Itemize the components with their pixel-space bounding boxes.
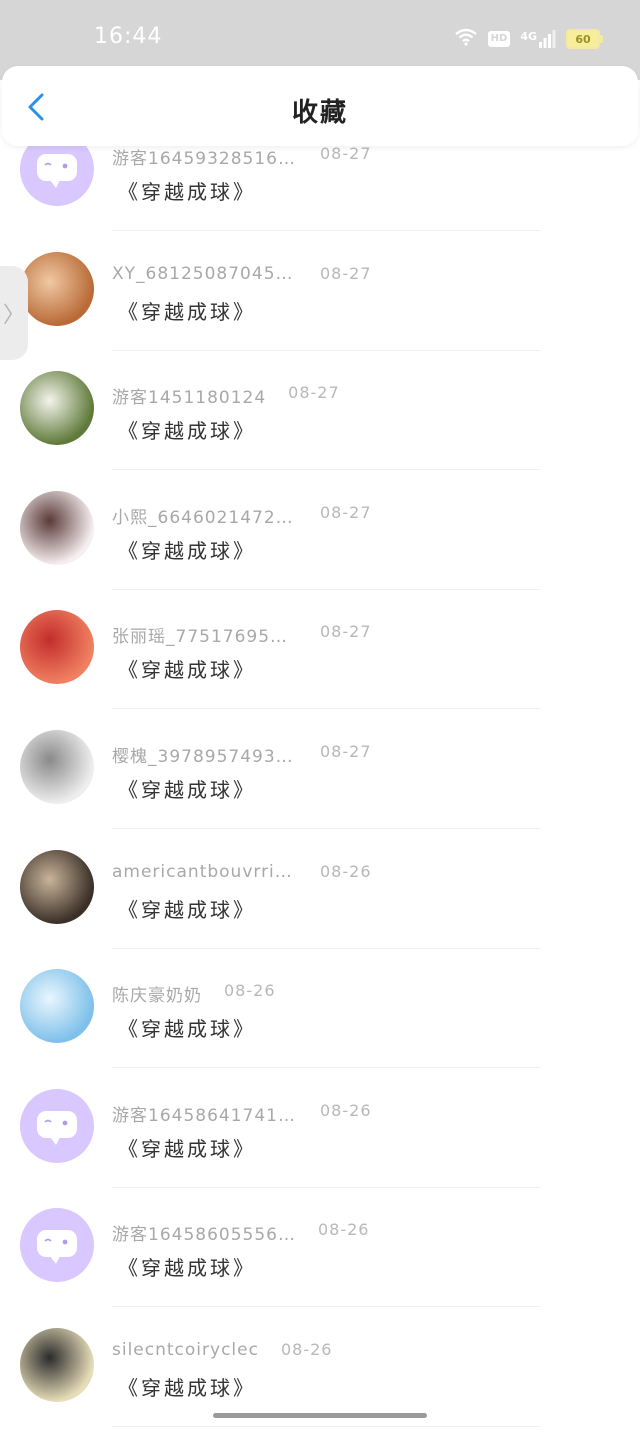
red-wall-avatar[interactable] bbox=[20, 610, 94, 685]
status-icons: HD 4G 60 bbox=[454, 28, 603, 50]
item-meta: silecntcoirycleс 08-26 bbox=[112, 1340, 332, 1360]
item-meta: americantbouvrristerg 08-26 bbox=[112, 862, 372, 882]
user-name[interactable]: 张丽瑶_775176954… bbox=[112, 622, 298, 647]
list-item[interactable]: 游客16458605556… 08-26 《穿越成球》 bbox=[0, 1208, 640, 1330]
favorited-work-title[interactable]: 《穿越成球》 bbox=[118, 1252, 256, 1281]
divider bbox=[112, 469, 540, 471]
cartoon-face-avatar[interactable] bbox=[20, 251, 94, 326]
list-item[interactable]: 小熙_66460214726… 08-27 《穿越成球》 bbox=[0, 490, 640, 613]
favorited-work-title[interactable]: 《穿越成球》 bbox=[118, 176, 256, 205]
user-name[interactable]: silecntcoirycleс bbox=[112, 1340, 259, 1360]
text-poster-avatar[interactable] bbox=[20, 1327, 94, 1402]
favorited-work-title[interactable]: 《穿越成球》 bbox=[118, 654, 256, 683]
list-item[interactable]: 张丽瑶_775176954… 08-27 《穿越成球》 bbox=[0, 610, 640, 732]
favorited-work-title[interactable]: 《穿越成球》 bbox=[118, 296, 256, 325]
anime-girl-avatar[interactable] bbox=[20, 490, 94, 565]
list-item[interactable]: 陈庆豪奶奶 08-26 《穿越成球》 bbox=[0, 969, 640, 1091]
item-date: 08-26 bbox=[320, 861, 372, 881]
item-meta: XY_6812508704580… 08-27 bbox=[112, 264, 372, 284]
divider bbox=[112, 1186, 540, 1188]
anime-bunny-avatar[interactable] bbox=[20, 729, 94, 804]
item-meta: 游客16458605556… 08-26 bbox=[112, 1220, 369, 1245]
divider bbox=[112, 230, 540, 231]
item-meta: 游客164586417418… 08-26 bbox=[112, 1101, 372, 1126]
user-name[interactable]: 游客16458605556… bbox=[112, 1220, 296, 1245]
divider bbox=[112, 708, 540, 710]
battery-icon: 60 bbox=[566, 29, 603, 49]
list-item[interactable]: XY_6812508704580… 08-27 《穿越成球》 bbox=[0, 251, 640, 374]
list-item[interactable]: americantbouvrristerg 08-26 《穿越成球》 bbox=[0, 849, 640, 972]
anime-soccer-avatar[interactable] bbox=[20, 969, 94, 1044]
wifi-icon bbox=[454, 28, 478, 50]
favorited-work-title[interactable]: 《穿越成球》 bbox=[118, 535, 256, 564]
divider bbox=[112, 588, 540, 590]
item-date: 08-27 bbox=[320, 263, 372, 283]
item-date: 08-27 bbox=[320, 502, 372, 522]
user-name[interactable]: 游客164593285168… bbox=[112, 144, 298, 169]
hd-badge: HD bbox=[487, 31, 511, 47]
network-type-label: 4G bbox=[520, 30, 537, 43]
dark-portrait-avatar[interactable] bbox=[20, 849, 94, 924]
item-date: 08-26 bbox=[280, 1339, 333, 1359]
page-title: 收藏 bbox=[291, 98, 348, 128]
favorited-work-title[interactable]: 《穿越成球》 bbox=[118, 1372, 256, 1401]
item-date: 08-26 bbox=[320, 1100, 372, 1120]
item-date: 08-27 bbox=[320, 144, 372, 163]
user-name[interactable]: 游客164586417418… bbox=[112, 1101, 298, 1126]
item-date: 08-26 bbox=[317, 1220, 370, 1240]
user-name[interactable]: 小熙_66460214726… bbox=[112, 503, 298, 528]
favorited-work-title[interactable]: 《穿越成球》 bbox=[118, 1013, 256, 1042]
item-meta: 游客164593285168… 08-27 bbox=[112, 144, 372, 169]
navigation-header: 收藏 bbox=[2, 66, 638, 146]
item-date: 08-27 bbox=[288, 383, 340, 403]
divider bbox=[112, 827, 540, 829]
item-meta: 樱槐_39789574934… 08-27 bbox=[112, 742, 372, 767]
user-name[interactable]: 游客1451180124 bbox=[112, 383, 266, 408]
list-item[interactable]: silecntcoirycleс 08-26 《穿越成球》 bbox=[0, 1327, 640, 1450]
list-item[interactable]: 游客1451180124 08-27 《穿越成球》 bbox=[0, 371, 640, 493]
favorited-work-title[interactable]: 《穿越成球》 bbox=[118, 894, 256, 923]
chevron-right-icon: 〉 bbox=[2, 303, 25, 328]
favorited-work-title[interactable]: 《穿越成球》 bbox=[118, 415, 256, 444]
divider bbox=[112, 349, 540, 351]
favorited-work-title[interactable]: 《穿越成球》 bbox=[118, 774, 256, 803]
divider bbox=[112, 1306, 540, 1308]
list-item[interactable]: 游客164586417418… 08-26 《穿越成球》 bbox=[0, 1088, 640, 1211]
item-meta: 张丽瑶_775176954… 08-27 bbox=[112, 622, 372, 647]
item-meta: 游客1451180124 08-27 bbox=[112, 383, 340, 408]
side-drawer-handle[interactable]: 〉 bbox=[0, 266, 28, 360]
list-item[interactable]: 游客164593285168… 08-27 《穿越成球》 bbox=[0, 132, 640, 254]
divider bbox=[112, 1067, 540, 1069]
user-name[interactable]: americantbouvrristerg bbox=[112, 862, 298, 882]
home-indicator[interactable] bbox=[213, 1413, 427, 1418]
default-chat-avatar[interactable] bbox=[20, 1088, 94, 1163]
user-name[interactable]: 樱槐_39789574934… bbox=[112, 742, 298, 767]
cellular-signal-icon: 4G bbox=[520, 30, 556, 48]
list-item[interactable]: 樱槐_39789574934… 08-27 《穿越成球》 bbox=[0, 729, 640, 852]
divider bbox=[112, 947, 540, 949]
favorites-list: 游客164593285168… 08-27 《穿越成球》 XY_68125087045… bbox=[0, 132, 640, 1450]
default-chat-avatar[interactable] bbox=[20, 1208, 94, 1283]
favorited-work-title[interactable]: 《穿越成球》 bbox=[118, 1133, 256, 1162]
daisy-avatar[interactable] bbox=[20, 371, 94, 446]
item-date: 08-27 bbox=[320, 622, 372, 642]
user-name[interactable]: 陈庆豪奶奶 bbox=[112, 981, 202, 1006]
user-name[interactable]: XY_6812508704580… bbox=[112, 264, 298, 284]
item-date: 08-26 bbox=[224, 981, 276, 1001]
battery-level: 60 bbox=[575, 32, 591, 46]
status-time: 16:44 bbox=[94, 24, 163, 49]
item-date: 08-27 bbox=[320, 741, 372, 761]
item-meta: 小熙_66460214726… 08-27 bbox=[112, 503, 372, 528]
item-meta: 陈庆豪奶奶 08-26 bbox=[112, 981, 276, 1006]
divider bbox=[112, 1425, 540, 1427]
